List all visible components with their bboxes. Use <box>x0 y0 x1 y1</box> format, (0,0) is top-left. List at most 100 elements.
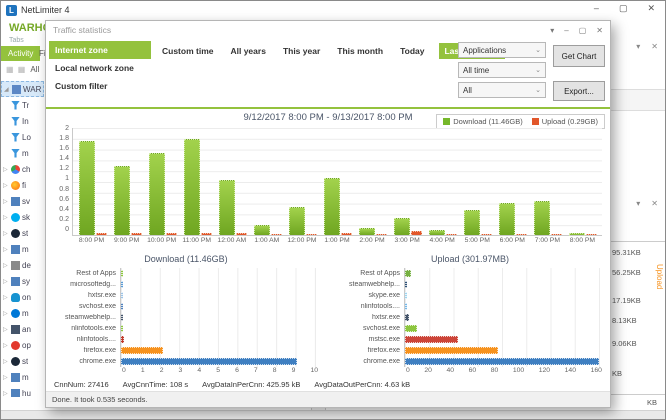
expand-arrow-icon[interactable]: ▷ <box>3 198 9 205</box>
right-panel-header-2: ▾ ✕ <box>636 199 658 208</box>
dialog-minimize-icon[interactable]: – <box>564 26 568 35</box>
zone-item-internet-zone[interactable]: Internet zone <box>49 41 151 59</box>
close-icon[interactable]: ✕ <box>647 3 655 14</box>
tree-item[interactable]: ▷hu <box>1 385 44 397</box>
y-tick-label: 0.6 <box>59 196 69 203</box>
tree-item[interactable]: ◢WAR <box>1 81 44 97</box>
expand-arrow-icon[interactable]: ▷ <box>3 390 9 397</box>
tree-item-label: on <box>22 293 31 302</box>
expand-arrow-icon[interactable]: ▷ <box>3 278 9 285</box>
panel-close-icon[interactable]: ✕ <box>651 199 658 208</box>
tree-item[interactable]: ▷ an <box>1 321 44 337</box>
app-row: steamwebhelp... <box>56 312 316 323</box>
app-row: svchost.exe <box>56 301 316 312</box>
expand-arrow-icon[interactable]: ▷ <box>3 374 9 381</box>
combo-all-time[interactable]: All time⌄ <box>458 62 546 78</box>
download-bar <box>429 230 445 235</box>
funnel-icon <box>11 117 20 126</box>
tree-item[interactable]: ▷ sy <box>1 273 44 289</box>
x-tick-label: 0 <box>122 367 126 376</box>
tree-item[interactable]: ▷sv <box>1 193 44 209</box>
expand-arrow-icon[interactable]: ▷ <box>3 294 9 301</box>
dark-icon <box>11 325 20 334</box>
x-tick-label: 3 <box>179 367 183 376</box>
expand-arrow-icon[interactable]: ▷ <box>3 262 9 269</box>
tab-this-month[interactable]: This month <box>335 43 385 59</box>
bar-group <box>565 128 600 235</box>
download-bar <box>569 233 585 235</box>
tree-item[interactable]: ▷fi <box>1 177 44 193</box>
tab-this-year[interactable]: This year <box>281 43 322 59</box>
tree-item[interactable]: m <box>1 145 44 161</box>
tab-today[interactable]: Today <box>398 43 426 59</box>
tree-item[interactable]: ▷m <box>1 305 44 321</box>
tree-item[interactable]: ▷sk <box>1 209 44 225</box>
computer-icon <box>12 85 21 94</box>
tree-item[interactable]: ▷ch <box>1 161 44 177</box>
chevron-down-icon[interactable]: ▾ <box>636 42 640 51</box>
dialog-header: Internet zoneLocal network zoneCustom fi… <box>46 39 610 109</box>
tree-item[interactable]: ▷st <box>1 225 44 241</box>
zone-item-local-network-zone[interactable]: Local network zone <box>49 59 151 77</box>
app-label: mstsc.exe <box>340 336 404 343</box>
tab-all-years[interactable]: All years <box>228 43 267 59</box>
upload-bar <box>411 231 422 235</box>
y-tick-label: 0 <box>65 226 69 233</box>
grid-view-icon[interactable]: ▦ ▦ <box>6 65 26 74</box>
tree-item[interactable]: ▷de <box>1 257 44 273</box>
expand-arrow-icon[interactable]: ▷ <box>3 166 9 173</box>
tree-item[interactable]: ▷st <box>1 353 44 369</box>
expand-arrow-icon[interactable]: ▷ <box>3 310 9 317</box>
filter-combos: Applications⌄ All time⌄ All⌄ <box>458 42 546 102</box>
tab-custom-time[interactable]: Custom time <box>160 43 215 59</box>
bar-track <box>120 323 316 334</box>
expand-arrow-icon[interactable]: ▷ <box>3 342 9 349</box>
pin-chevron-icon[interactable]: ▾ <box>550 26 554 35</box>
tree-item-label: an <box>22 325 31 334</box>
app-bar <box>121 325 123 333</box>
tree-item[interactable]: In <box>1 113 44 129</box>
expand-arrow-icon[interactable]: ▷ <box>3 246 9 253</box>
y-tick-label: 0.4 <box>59 206 69 213</box>
zone-item-custom-filter[interactable]: Custom filter <box>49 77 151 95</box>
chevron-down-icon[interactable]: ▾ <box>636 199 640 208</box>
expand-arrow-icon[interactable]: ▷ <box>3 182 9 189</box>
panel-close-icon[interactable]: ✕ <box>651 42 658 51</box>
tree-item-label: sy <box>22 277 30 286</box>
dialog-title: Traffic statistics <box>53 25 550 35</box>
tree-item[interactable]: ▷m <box>1 369 44 385</box>
export-button[interactable]: Export... <box>553 81 605 101</box>
app-label: svchost.exe <box>340 325 404 332</box>
dialog-close-icon[interactable]: ✕ <box>596 26 603 35</box>
combo-all[interactable]: All⌄ <box>458 82 546 98</box>
bar-track <box>120 290 316 301</box>
maximize-icon[interactable]: ▢ <box>619 3 628 14</box>
expand-arrow-icon[interactable]: ▷ <box>3 326 9 333</box>
expand-arrow-icon[interactable]: ▷ <box>3 214 9 221</box>
tree-item[interactable]: Lo <box>1 129 44 145</box>
expand-arrow-icon[interactable]: ▷ <box>3 358 9 365</box>
expand-arrow-icon[interactable]: ▷ <box>3 230 9 237</box>
x-tick-label: 1:00 PM <box>319 237 354 244</box>
win-icon <box>11 373 20 382</box>
app-bar <box>405 325 417 333</box>
get-chart-button[interactable]: Get Chart <box>553 45 605 67</box>
tree-item[interactable]: Tr <box>1 97 44 113</box>
tab-activity[interactable]: Activity <box>1 46 40 61</box>
app-label: Rest of Apps <box>340 270 404 277</box>
all-filter-label[interactable]: All <box>30 65 39 74</box>
time-range-tabs: Custom time All years This year This month T… <box>160 43 505 59</box>
tree-item[interactable]: ▷op <box>1 337 44 353</box>
combo-applications[interactable]: Applications⌄ <box>458 42 546 58</box>
minimize-icon[interactable]: – <box>594 3 599 14</box>
chevron-down-icon: ⌄ <box>535 66 541 74</box>
dialog-maximize-icon[interactable]: ▢ <box>579 26 587 35</box>
app-row: mstsc.exe <box>340 334 600 345</box>
tree-item[interactable]: ▷ on <box>1 289 44 305</box>
app-row: svchost.exe <box>340 323 600 334</box>
x-tick-label: 6:00 PM <box>495 237 530 244</box>
dialog-titlebar[interactable]: Traffic statistics ▾ – ▢ ✕ <box>46 21 610 39</box>
timeline-y-axis: 21.81.61.41.210.80.60.40.20 <box>52 125 72 233</box>
tree-item[interactable]: ▷m <box>1 241 44 257</box>
expand-arrow-icon[interactable]: ◢ <box>4 86 10 93</box>
